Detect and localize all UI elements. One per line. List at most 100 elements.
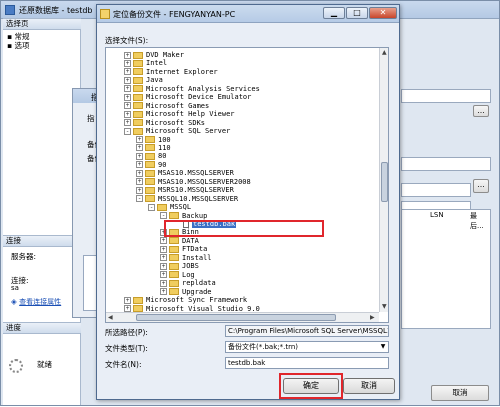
connect-value: sa	[11, 284, 19, 292]
folder-icon	[133, 102, 143, 110]
expand-icon[interactable]: +	[124, 76, 131, 84]
folder-icon	[145, 169, 155, 177]
expand-icon[interactable]: +	[160, 288, 167, 296]
expand-icon[interactable]: +	[124, 51, 131, 59]
folder-icon	[145, 144, 155, 152]
right-background: … … LSN 最后... 取消	[401, 19, 500, 407]
folder-icon	[133, 305, 143, 312]
expand-icon[interactable]: +	[136, 152, 143, 160]
folder-icon	[133, 93, 143, 101]
expand-icon[interactable]: +	[136, 144, 143, 152]
close-button[interactable]: ✕	[369, 7, 397, 19]
expand-icon[interactable]: +	[124, 59, 131, 67]
select-file-label: 选择文件(S):	[105, 36, 149, 45]
folder-icon	[133, 296, 143, 304]
chevron-down-icon: ▼	[380, 343, 386, 350]
folder-icon	[100, 9, 110, 19]
expand-icon[interactable]: +	[136, 178, 143, 186]
expand-icon[interactable]: +	[136, 169, 143, 177]
folder-icon	[145, 152, 155, 160]
file-highlight-box	[164, 220, 324, 237]
selected-path-label: 所选路径(P):	[105, 328, 148, 337]
scroll-up-icon[interactable]: ▲	[382, 49, 387, 56]
folder-icon	[145, 136, 155, 143]
folder-icon	[169, 262, 179, 270]
file-tree[interactable]: + DVD Maker + Intel + Internet Explorer + Java +…	[105, 47, 389, 323]
progress-header: 进度	[3, 322, 81, 334]
folder-icon	[145, 178, 155, 186]
cancel-button[interactable]: 取消	[343, 378, 395, 394]
vertical-scroll-thumb[interactable]	[381, 162, 388, 202]
expand-icon[interactable]: +	[160, 271, 167, 279]
scroll-right-icon[interactable]: ▶	[370, 314, 375, 321]
expand-icon[interactable]: +	[160, 237, 167, 245]
expand-icon[interactable]: +	[124, 85, 131, 93]
folder-icon	[157, 203, 167, 211]
horizontal-scroll-thumb[interactable]	[136, 314, 336, 321]
expand-icon[interactable]: +	[124, 110, 131, 118]
expand-icon[interactable]: +	[136, 161, 143, 169]
folder-icon	[133, 76, 143, 84]
ok-highlight-box	[279, 373, 343, 399]
page-options[interactable]: ▪ 选项	[7, 40, 29, 51]
browse-button[interactable]: …	[473, 105, 489, 117]
progress-spinner-icon	[9, 359, 23, 373]
backup-set-grid[interactable]: LSN 最后...	[401, 209, 491, 329]
collapse-icon[interactable]: -	[160, 212, 167, 220]
file-type-label: 文件类型(T):	[105, 344, 148, 353]
select-page-header: 选择页	[3, 18, 81, 30]
close-icon: ✕	[379, 8, 387, 17]
right-field-2[interactable]	[401, 157, 491, 171]
minimize-button[interactable]: ▁	[323, 7, 345, 19]
expand-icon[interactable]: +	[124, 68, 131, 76]
folder-icon	[169, 237, 179, 245]
folder-icon	[169, 212, 179, 220]
lsn-column-header: LSN	[430, 211, 444, 219]
collapse-icon[interactable]: -	[136, 195, 143, 203]
expand-icon[interactable]: +	[160, 279, 167, 287]
file-type-select[interactable]: 备份文件(*.bak;*.trn) ▼	[225, 341, 389, 353]
status-text: 就绪	[37, 360, 52, 369]
right-field-1[interactable]	[401, 89, 491, 103]
expand-icon[interactable]: +	[124, 305, 131, 312]
folder-icon	[169, 279, 179, 287]
folder-icon	[145, 195, 155, 203]
folder-icon	[169, 271, 179, 279]
expand-icon[interactable]: +	[124, 93, 131, 101]
expand-icon[interactable]: +	[160, 262, 167, 270]
folder-icon	[169, 288, 179, 296]
collapse-icon[interactable]: -	[148, 203, 155, 211]
file-name-label: 文件名(N):	[105, 360, 142, 369]
collapse-icon[interactable]: -	[124, 127, 131, 135]
specify-label: 指	[87, 114, 95, 123]
maximize-button[interactable]: □	[346, 7, 368, 19]
maximize-icon: □	[353, 8, 361, 17]
folder-icon	[133, 119, 143, 127]
browse-button-2[interactable]: …	[473, 179, 489, 193]
scroll-down-icon[interactable]: ▼	[382, 303, 387, 310]
expand-icon[interactable]: +	[160, 245, 167, 253]
database-icon	[5, 5, 15, 15]
restore-window-title: 还原数据库 - testdb	[19, 6, 93, 15]
file-name-input[interactable]: testdb.bak	[225, 357, 389, 369]
expand-icon[interactable]: +	[136, 186, 143, 194]
page-icon: ▪	[7, 41, 13, 50]
folder-icon	[145, 161, 155, 169]
expand-icon[interactable]: +	[124, 119, 131, 127]
right-field-3[interactable]	[401, 183, 471, 197]
scroll-left-icon[interactable]: ◀	[108, 314, 113, 321]
left-pane: 选择页 ▪ 常规 ▪ 选项 连接 服务器: 连接: sa ◈ 查看连接属性 进度…	[3, 18, 81, 405]
dialog-title: 定位备份文件 - FENGYANYAN-PC	[113, 10, 236, 19]
link-icon: ◈	[11, 297, 17, 306]
view-connection-properties[interactable]: ◈ 查看连接属性	[11, 297, 61, 307]
folder-icon	[169, 245, 179, 253]
minimize-icon: ▁	[330, 8, 338, 17]
bg-cancel-button[interactable]: 取消	[431, 385, 489, 401]
vertical-scrollbar[interactable]: ▲ ▼	[379, 48, 388, 312]
expand-icon[interactable]: +	[124, 102, 131, 110]
folder-icon	[145, 186, 155, 194]
horizontal-scrollbar[interactable]: ◀ ▶	[106, 312, 379, 322]
expand-icon[interactable]: +	[124, 296, 131, 304]
expand-icon[interactable]: +	[160, 254, 167, 262]
expand-icon[interactable]: +	[136, 136, 143, 143]
